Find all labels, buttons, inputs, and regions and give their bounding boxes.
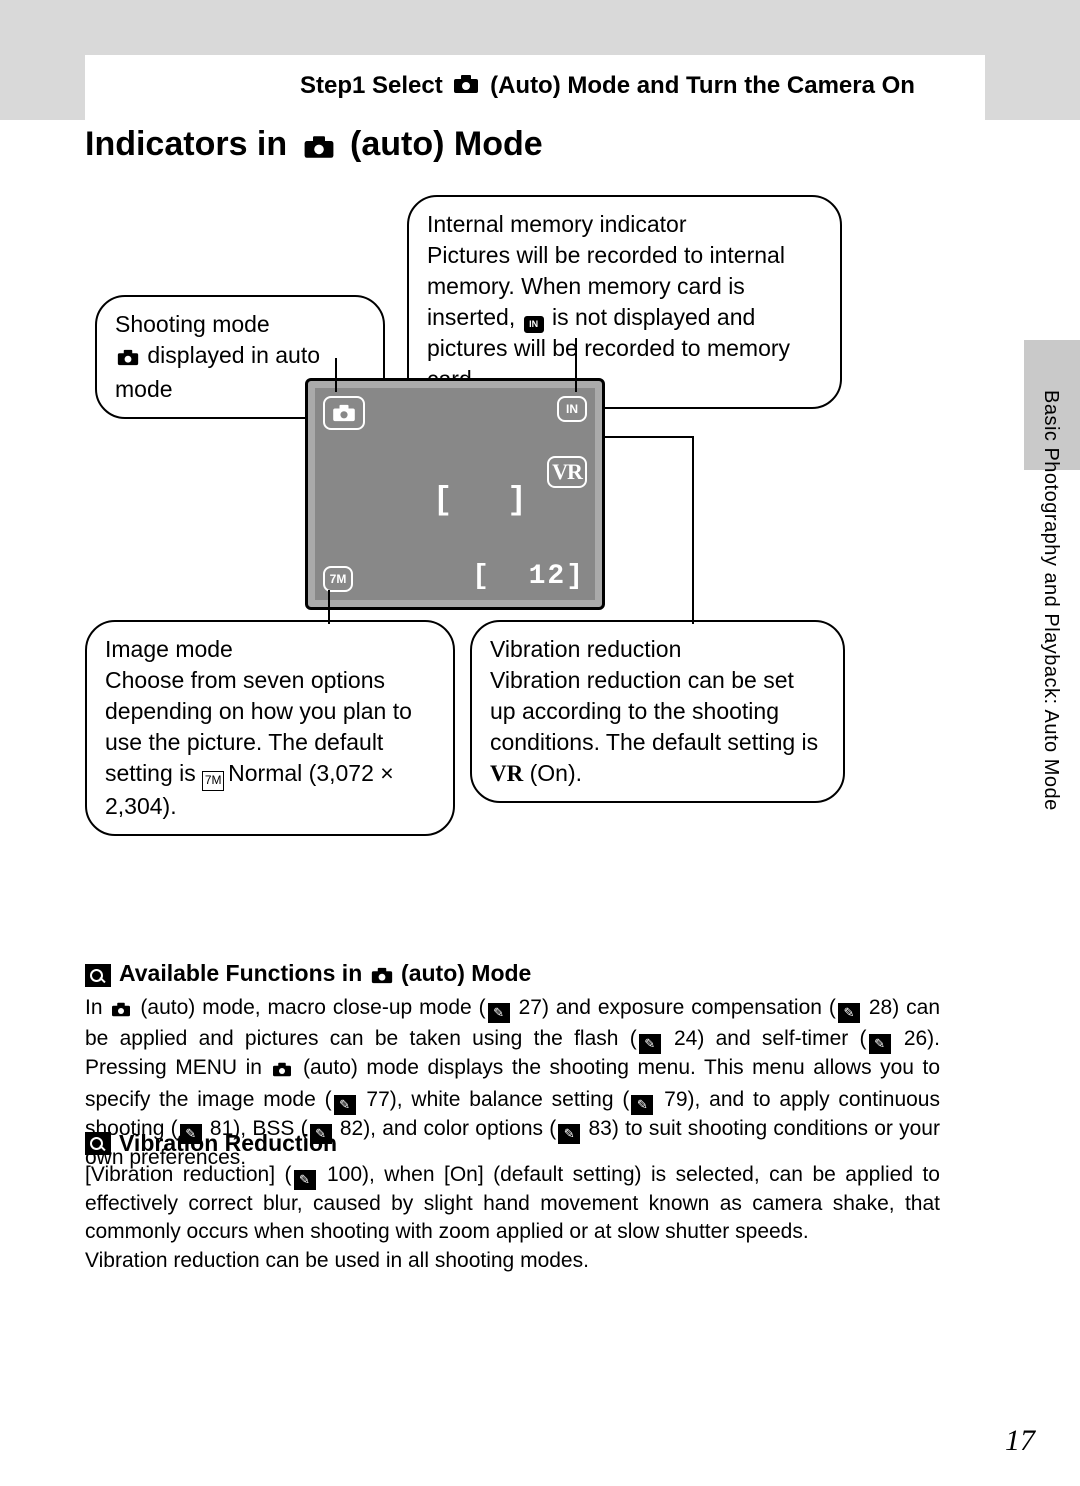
runhead-suffix: (Auto) Mode and Turn the Camera On: [490, 72, 915, 99]
ref: 26: [904, 1027, 927, 1050]
avail-head-suffix: (auto) Mode: [401, 960, 531, 986]
lcd-inner: IN VR 7M [ ] [ 12]: [315, 388, 595, 600]
ref: 27: [519, 996, 542, 1019]
t: [Vibration reduction] (: [85, 1163, 292, 1186]
camera-icon: [453, 73, 479, 101]
t: In: [85, 996, 109, 1019]
running-header: Step1 Select (Auto) Mode and Turn the Ca…: [300, 72, 915, 101]
lcd-image-mode-icon: 7M: [323, 566, 353, 592]
vib-heading: Vibration Reduction: [119, 1130, 337, 1157]
page-ref-icon: ✎: [334, 1095, 356, 1115]
page-ref-icon: ✎: [838, 1003, 860, 1023]
vr-default: (On).: [530, 760, 582, 786]
shots-num: 12: [529, 561, 567, 592]
mem-title: Internal memory indicator: [427, 211, 687, 237]
lcd-internal-memory-icon: IN: [557, 396, 587, 422]
page-number: 17: [1005, 1424, 1035, 1458]
t: in: [237, 1056, 270, 1079]
runhead-prefix: Step1 Select: [300, 72, 443, 99]
leader-line: [328, 590, 330, 624]
leader-line: [604, 436, 694, 438]
shoot-line1: Shooting mode: [115, 311, 270, 337]
page-ref-icon: ✎: [639, 1034, 661, 1054]
note-icon: [85, 1132, 111, 1155]
avail-head-prefix: Available Functions in: [119, 960, 362, 986]
note-vibration-reduction: Vibration Reduction [Vibration reduction…: [85, 1130, 940, 1275]
shoot-line2: displayed in auto mode: [115, 342, 320, 402]
page-ref-icon: ✎: [488, 1003, 510, 1023]
camera-icon: [371, 963, 393, 990]
t: ) and self-timer (: [697, 1027, 866, 1050]
af-brackets: [ ]: [433, 482, 545, 519]
ref: 77: [366, 1088, 389, 1111]
camera-icon: [272, 1057, 292, 1085]
px-label: 7M: [330, 572, 347, 586]
in-label: IN: [566, 402, 578, 416]
note-heading: Available Functions in (auto) Mode: [85, 960, 940, 990]
vr-label: VR: [552, 459, 582, 485]
callout-vibration-reduction: Vibration reduction Vibration reduction …: [470, 620, 845, 803]
note-body: [Vibration reduction] (✎ 100), when [On]…: [85, 1161, 940, 1275]
title-suffix: (auto) Mode: [350, 125, 543, 163]
page-title: Indicators in (auto) Mode: [85, 125, 543, 168]
t: ), white balance setting (: [390, 1088, 630, 1111]
ref: 79: [664, 1088, 687, 1111]
menu-text: MENU: [175, 1056, 237, 1079]
page-ref-icon: ✎: [869, 1034, 891, 1054]
t: ) and exposure compensation (: [542, 996, 836, 1019]
note-icon: [85, 964, 111, 987]
ref: 100: [327, 1163, 362, 1186]
lcd-camera-mode-icon: [323, 396, 365, 430]
vr-title: Vibration reduction: [490, 636, 681, 662]
leader-line: [575, 338, 577, 392]
camera-icon: [111, 997, 131, 1025]
ref: 24: [674, 1027, 697, 1050]
leader-line: [335, 358, 337, 392]
callout-image-mode: Image mode Choose from seven options dep…: [85, 620, 455, 836]
vr-on-icon: VR: [490, 761, 523, 786]
note-heading: Vibration Reduction: [85, 1130, 940, 1157]
sevenm-icon: 7M: [202, 771, 224, 791]
lcd-screen: IN VR 7M [ ] [ 12]: [305, 378, 605, 610]
ref: 28: [869, 996, 892, 1019]
side-section-label: Basic Photography and Playback: Auto Mod…: [1039, 390, 1062, 811]
leader-line: [692, 436, 694, 624]
vr-body: Vibration reduction can be set up accord…: [490, 667, 818, 755]
title-prefix: Indicators in: [85, 125, 287, 163]
lcd-vr-icon: VR: [547, 456, 587, 488]
in-icon: IN: [524, 316, 544, 333]
img-title: Image mode: [105, 636, 233, 662]
camera-icon: [117, 343, 139, 374]
page-ref-icon: ✎: [631, 1095, 653, 1115]
camera-icon: [303, 129, 335, 168]
t: Vibration reduction can be used in all s…: [85, 1249, 589, 1272]
t: (auto) mode, macro close-up mode (: [133, 996, 485, 1019]
shots-remaining: [ 12]: [472, 561, 585, 592]
page-ref-icon: ✎: [294, 1170, 316, 1190]
